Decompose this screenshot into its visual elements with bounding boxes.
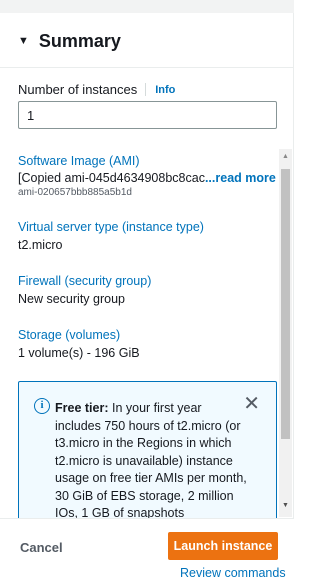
footer-divider xyxy=(0,518,294,519)
label-separator xyxy=(145,83,147,96)
ami-value: [Copied ami-045d4634908bc8cac xyxy=(18,171,205,185)
free-tier-body: In your first year includes 750 hours of… xyxy=(55,401,247,518)
summary-panel: ▼ Summary Number of instances Info Softw… xyxy=(0,0,294,580)
scroll-up-arrow-icon[interactable]: ▲ xyxy=(279,153,292,160)
summary-title: Summary xyxy=(38,30,121,51)
instance-type-section: Virtual server type (instance type) t2.m… xyxy=(18,220,204,252)
info-circle-icon: i xyxy=(34,398,50,414)
ami-line: [Copied ami-045d4634908bc8cac ...read mo… xyxy=(18,171,276,185)
instance-type-title[interactable]: Virtual server type (instance type) xyxy=(18,220,204,234)
storage-title[interactable]: Storage (volumes) xyxy=(18,328,140,342)
scroll-down-arrow-icon[interactable]: ▼ xyxy=(279,502,292,509)
read-more-link[interactable]: ...read more xyxy=(205,171,276,185)
firewall-title[interactable]: Firewall (security group) xyxy=(18,274,151,288)
info-link[interactable]: Info xyxy=(155,84,175,96)
ami-title[interactable]: Software Image (AMI) xyxy=(18,154,276,168)
ami-section: Software Image (AMI) [Copied ami-045d463… xyxy=(18,154,276,198)
cancel-button[interactable]: Cancel xyxy=(20,533,80,561)
divider xyxy=(0,67,294,68)
free-tier-alert: i ✕ Free tier: In your first year includ… xyxy=(18,381,277,518)
caret-down-icon[interactable]: ▼ xyxy=(18,35,29,47)
summary-header[interactable]: ▼ Summary xyxy=(0,18,294,64)
review-commands-link[interactable]: Review commands xyxy=(180,566,286,580)
firewall-value: New security group xyxy=(18,292,125,306)
storage-value: 1 volume(s) - 196 GiB xyxy=(18,346,140,360)
storage-section: Storage (volumes) 1 volume(s) - 196 GiB xyxy=(18,328,140,360)
free-tier-text: Free tier: In your first year includes 7… xyxy=(55,400,249,518)
instances-label-row: Number of instances Info xyxy=(18,82,175,97)
scroll-thumb[interactable] xyxy=(281,169,290,439)
summary-scroll-area[interactable]: Software Image (AMI) [Copied ami-045d463… xyxy=(0,146,294,518)
ami-id: ami-020657bbb885a5b1d xyxy=(18,187,132,198)
instances-input[interactable] xyxy=(18,101,277,129)
firewall-section: Firewall (security group) New security g… xyxy=(18,274,151,306)
scrollbar[interactable]: ▲ ▼ xyxy=(279,149,292,517)
instances-label: Number of instances xyxy=(18,82,138,97)
instance-type-value: t2.micro xyxy=(18,238,63,252)
launch-instance-button[interactable]: Launch instance xyxy=(168,532,278,560)
top-strip xyxy=(0,0,294,13)
free-tier-heading: Free tier: xyxy=(55,401,109,415)
